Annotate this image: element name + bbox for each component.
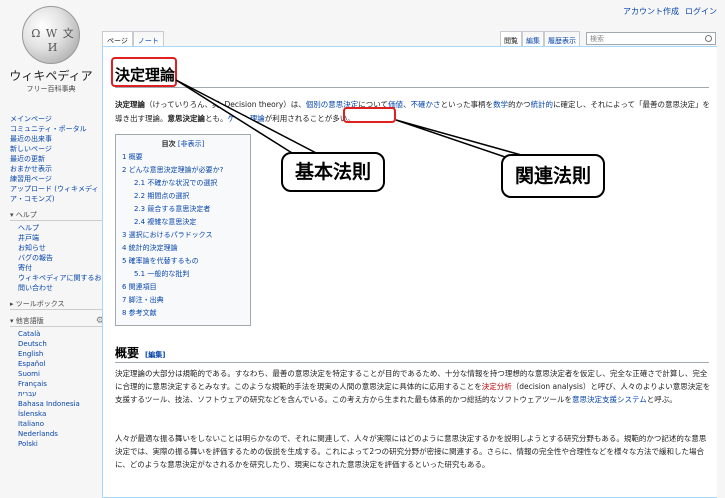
callout-basic-law: 基本法則 [281, 152, 385, 192]
pointer-basic [175, 79, 321, 159]
callout-pointers [175, 79, 533, 161]
callout-related-law: 関連法則 [501, 154, 605, 198]
